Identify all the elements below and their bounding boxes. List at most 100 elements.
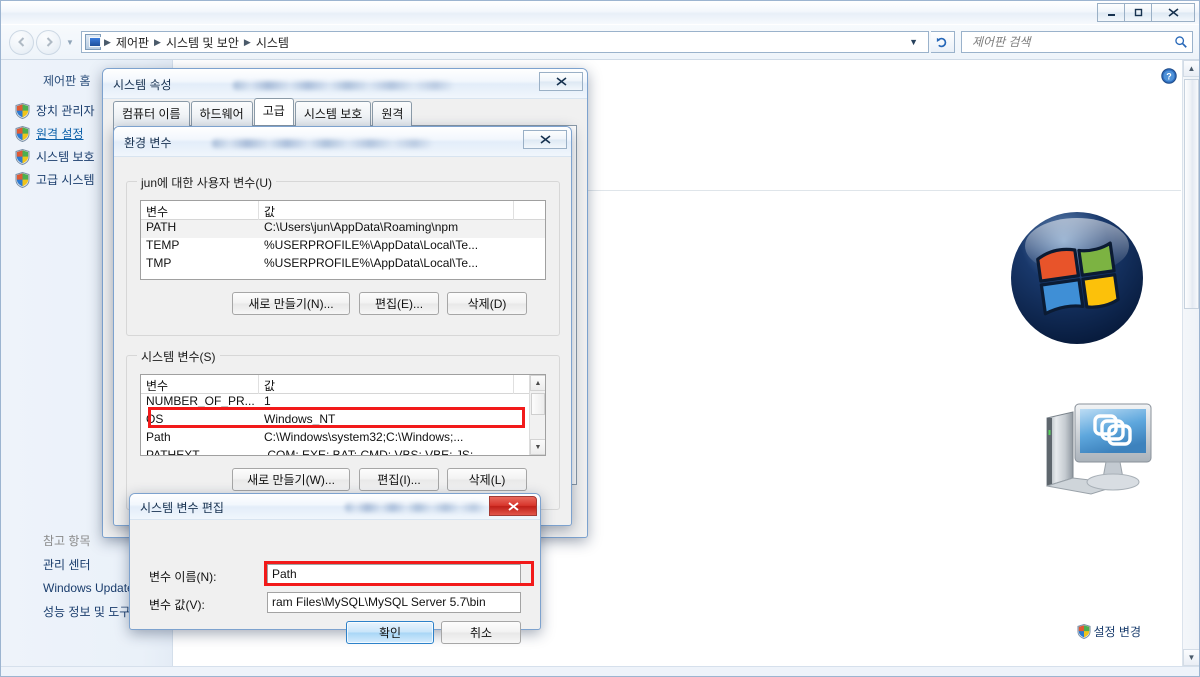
shield-icon (1076, 624, 1091, 639)
close-icon[interactable] (539, 72, 583, 91)
tab-hardware[interactable]: 하드웨어 (190, 101, 253, 126)
list-item[interactable]: OS Windows_NT (141, 412, 545, 430)
tab-advanced[interactable]: 고급 (253, 98, 294, 125)
variable-value-label: 변수 값(V): (149, 598, 205, 612)
list-item[interactable]: PATHEXT .COM;.EXE;.BAT;.CMD;.VBS;.VBE;.J… (141, 448, 545, 456)
tab-system-protection[interactable]: 시스템 보호 (294, 101, 372, 126)
variable-value: %USERPROFILE%\AppData\Local\Te... (264, 256, 479, 270)
system-variables-header: 변수 값 (141, 375, 545, 394)
edit-dialog-titlebar[interactable]: 시스템 변수 편집 (130, 494, 540, 520)
refresh-button[interactable] (931, 31, 955, 53)
search-input[interactable] (970, 34, 1174, 50)
variable-value: C:\Windows\system32;C:\Windows;... (264, 430, 464, 444)
list-item[interactable]: TEMP %USERPROFILE%\AppData\Local\Te... (141, 238, 545, 256)
environment-variables-dialog: 환경 변수 jun에 대한 사용자 변수(U) 변수 값 PATH C:\Use… (113, 126, 572, 526)
list-item-path[interactable]: Path C:\Windows\system32;C:\Windows;... (141, 430, 545, 448)
list-item[interactable]: TMP %USERPROFILE%\AppData\Local\Te... (141, 256, 545, 274)
system-delete-button[interactable]: 삭제(L) (447, 468, 527, 491)
scroll-down-icon[interactable]: ▼ (530, 439, 545, 455)
address-toolbar: ▼ ▶ 제어판 ▶ 시스템 및 보안 ▶ 시스템 ▼ (1, 25, 1199, 59)
variable-value: Windows_NT (264, 412, 336, 426)
variable-name: OS (146, 412, 164, 426)
breadcrumb-control-panel[interactable]: 제어판 (112, 34, 153, 51)
user-variables-group: jun에 대한 사용자 변수(U) 변수 값 PATH C:\Users\jun… (126, 174, 560, 336)
system-properties-tabs: 컴퓨터 이름 하드웨어 고급 시스템 보호 원격 (103, 98, 587, 126)
close-icon[interactable] (489, 496, 537, 516)
sidebar-item-label: 시스템 보호 (36, 150, 95, 164)
breadcrumb-separator-1[interactable]: ▶ (153, 37, 162, 48)
close-button[interactable] (1151, 3, 1195, 22)
content-scrollbar[interactable]: ▲ ▼ (1182, 60, 1199, 666)
scroll-up-icon[interactable]: ▲ (530, 375, 545, 391)
variable-name-label: 변수 이름(N): (149, 570, 217, 584)
user-variables-header: 변수 값 (141, 201, 545, 220)
scrollbar-thumb[interactable] (1184, 79, 1199, 309)
column-header-variable[interactable]: 변수 (141, 201, 259, 220)
forward-button[interactable] (36, 29, 61, 55)
column-header-spare (514, 375, 529, 394)
tab-computer-name[interactable]: 컴퓨터 이름 (113, 101, 190, 126)
ok-button[interactable]: 확인 (346, 621, 434, 644)
change-settings-link[interactable]: 설정 변경 (1076, 623, 1142, 640)
breadcrumb-separator-0[interactable]: ▶ (103, 37, 112, 48)
user-edit-button[interactable]: 편집(E)... (359, 292, 439, 315)
status-bar (1, 666, 1199, 676)
scrollbar-thumb[interactable] (531, 393, 545, 415)
minimize-button[interactable] (1097, 3, 1125, 22)
variable-value-input[interactable]: ram Files\MySQL\MySQL Server 5.7\bin (267, 592, 521, 613)
windows-logo-icon (1007, 208, 1147, 348)
sidebar-item-label: 장치 관리자 (36, 104, 95, 118)
variable-name-input[interactable]: Path (267, 564, 521, 585)
column-header-value[interactable]: 값 (259, 375, 514, 394)
edit-system-variable-dialog: 시스템 변수 편집 변수 이름(N): Path 변수 값(V): ram Fi… (129, 493, 541, 644)
breadcrumb-separator-2[interactable]: ▶ (243, 37, 252, 48)
window-controls (1097, 3, 1195, 22)
system-properties-titlebar[interactable]: 시스템 속성 (103, 69, 587, 99)
column-header-variable[interactable]: 변수 (141, 375, 259, 394)
breadcrumb-system-and-security[interactable]: 시스템 및 보안 (162, 34, 243, 51)
user-new-button[interactable]: 새로 만들기(N)... (232, 292, 350, 315)
user-delete-button[interactable]: 삭제(D) (447, 292, 527, 315)
variable-value: C:\Users\jun\AppData\Roaming\npm (264, 220, 459, 234)
change-settings-label: 설정 변경 (1093, 625, 1142, 639)
shield-icon (15, 125, 30, 142)
variable-name: TEMP (146, 238, 180, 252)
maximize-button[interactable] (1124, 3, 1152, 22)
scroll-down-icon[interactable]: ▼ (1183, 649, 1199, 666)
edit-dialog-body: 변수 이름(N): Path 변수 값(V): ram Files\MySQL\… (130, 520, 540, 644)
system-variables-scrollbar[interactable]: ▲ ▼ (529, 375, 545, 455)
close-icon[interactable] (523, 130, 567, 149)
environment-variables-titlebar[interactable]: 환경 변수 (114, 127, 571, 157)
column-header-value[interactable]: 값 (259, 201, 514, 220)
recent-pages-chevron-icon[interactable]: ▼ (63, 38, 77, 47)
system-variables-list[interactable]: 변수 값 NUMBER_OF_PR... 1 OS Windows_NT Pat… (140, 374, 546, 456)
variable-name: PATHEXT (146, 448, 200, 456)
tab-remote[interactable]: 원격 (372, 101, 413, 126)
variable-value: 1 (264, 394, 271, 408)
breadcrumb-system[interactable]: 시스템 (252, 34, 293, 51)
variable-name: TMP (146, 256, 172, 270)
cancel-button[interactable]: 취소 (441, 621, 521, 644)
system-variables-group: 시스템 변수(S) 변수 값 NUMBER_OF_PR... 1 OS Wind… (126, 348, 560, 510)
search-box[interactable] (961, 31, 1193, 53)
back-button[interactable] (9, 29, 34, 55)
system-new-button[interactable]: 새로 만들기(W)... (232, 468, 350, 491)
user-variables-group-title: jun에 대한 사용자 변수(U) (137, 174, 276, 191)
address-dropdown-chevron-icon[interactable]: ▼ (903, 37, 926, 47)
system-edit-button[interactable]: 편집(I)... (359, 468, 439, 491)
list-item[interactable]: PATH C:\Users\jun\AppData\Roaming\npm (141, 220, 545, 238)
environment-variables-title: 환경 변수 (124, 136, 172, 150)
variable-name: PATH (146, 220, 177, 234)
help-icon[interactable]: ? (1161, 68, 1177, 84)
window-titlebar (1, 1, 1199, 25)
address-bar[interactable]: ▶ 제어판 ▶ 시스템 및 보안 ▶ 시스템 ▼ (81, 31, 929, 53)
blurred-title-overlay (233, 81, 453, 90)
system-variables-group-title: 시스템 변수(S) (137, 348, 220, 365)
environment-variables-body: jun에 대한 사용자 변수(U) 변수 값 PATH C:\Users\jun… (114, 157, 571, 525)
shield-icon (15, 171, 30, 188)
column-header-spare (514, 201, 545, 220)
list-item[interactable]: NUMBER_OF_PR... 1 (141, 394, 545, 412)
scroll-up-icon[interactable]: ▲ (1183, 60, 1199, 77)
user-variables-list[interactable]: 변수 값 PATH C:\Users\jun\AppData\Roaming\n… (140, 200, 546, 280)
sidebar-item-label: 고급 시스템 (36, 173, 95, 187)
